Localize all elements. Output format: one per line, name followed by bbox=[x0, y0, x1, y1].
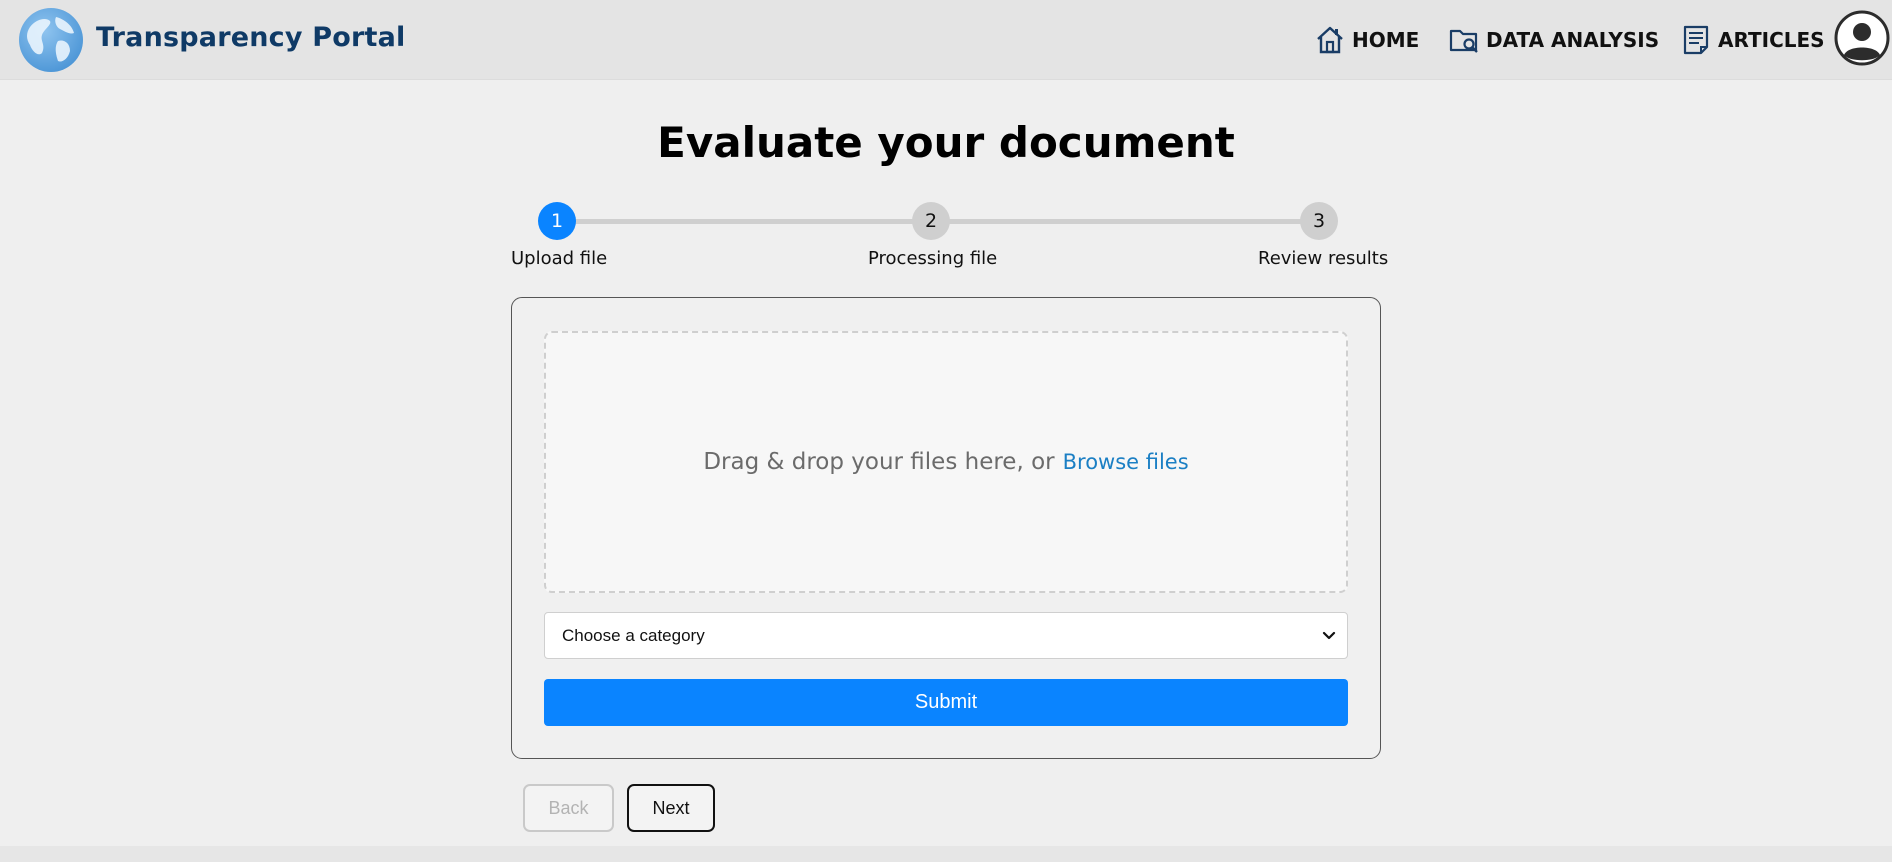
progress-stepper: 1 2 3 Upload file Processing file Review… bbox=[0, 0, 1892, 290]
step-1-circle[interactable]: 1 bbox=[538, 202, 576, 240]
browse-files-link[interactable]: Browse files bbox=[1063, 450, 1189, 474]
upload-card: Drag & drop your files here, or Browse f… bbox=[511, 297, 1381, 759]
step-connector-1 bbox=[556, 219, 931, 224]
step-2-label: Processing file bbox=[868, 248, 998, 269]
step-2-circle[interactable]: 2 bbox=[912, 202, 950, 240]
step-3-label: Review results bbox=[1258, 248, 1389, 269]
next-button[interactable]: Next bbox=[627, 784, 715, 832]
chevron-down-icon bbox=[1322, 631, 1336, 640]
category-select[interactable]: Choose a category bbox=[544, 612, 1348, 659]
back-button[interactable]: Back bbox=[523, 784, 614, 832]
category-select-value: Choose a category bbox=[562, 625, 705, 645]
file-dropzone[interactable]: Drag & drop your files here, or Browse f… bbox=[544, 331, 1348, 593]
dropzone-text: Drag & drop your files here, or bbox=[703, 449, 1055, 475]
step-3-circle[interactable]: 3 bbox=[1300, 202, 1338, 240]
footer-strip bbox=[0, 846, 1892, 862]
step-1-label: Upload file bbox=[511, 248, 608, 269]
submit-button[interactable]: Submit bbox=[544, 679, 1348, 726]
step-connector-2 bbox=[931, 219, 1319, 224]
